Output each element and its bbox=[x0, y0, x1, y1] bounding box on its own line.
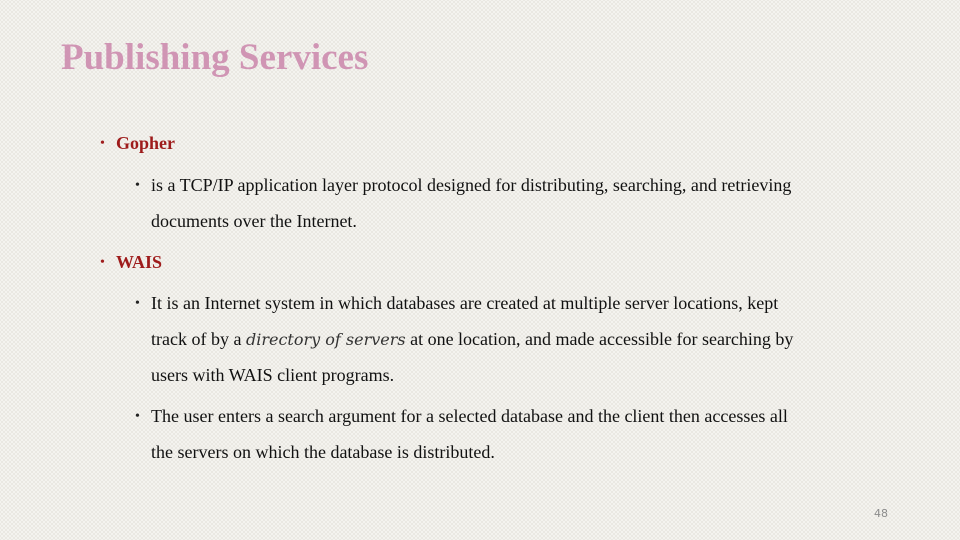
wais-desc-line-2-post: at one location, and made accessible for… bbox=[405, 329, 794, 349]
page-number: 48 bbox=[874, 507, 888, 520]
gopher-desc-line-2: documents over the Internet. bbox=[151, 211, 357, 231]
bullet-icon: • bbox=[100, 255, 105, 270]
bullet-wais: WAIS bbox=[116, 252, 163, 272]
bullet-icon: • bbox=[100, 136, 105, 151]
bullet-icon: • bbox=[135, 409, 140, 424]
wais-search-line-2: the servers on which the database is dis… bbox=[151, 442, 495, 462]
bullet-gopher: Gopher bbox=[116, 133, 176, 153]
wais-desc-line-1: It is an Internet system in which databa… bbox=[151, 293, 779, 313]
slide-title: Publishing Services bbox=[61, 37, 369, 78]
bullet-icon: • bbox=[135, 178, 140, 193]
wais-desc-line-2-pre: track of by a bbox=[151, 329, 246, 349]
directory-of-servers-emphasis: directory of servers bbox=[245, 330, 406, 349]
gopher-desc-line-1: is a TCP/IP application layer protocol d… bbox=[151, 175, 792, 195]
wais-search-line-1: The user enters a search argument for a … bbox=[151, 406, 788, 426]
bullet-icon: • bbox=[135, 296, 140, 311]
wais-desc-line-2: track of by a directory of servers at on… bbox=[151, 329, 793, 350]
wais-desc-line-3: users with WAIS client programs. bbox=[151, 365, 395, 385]
